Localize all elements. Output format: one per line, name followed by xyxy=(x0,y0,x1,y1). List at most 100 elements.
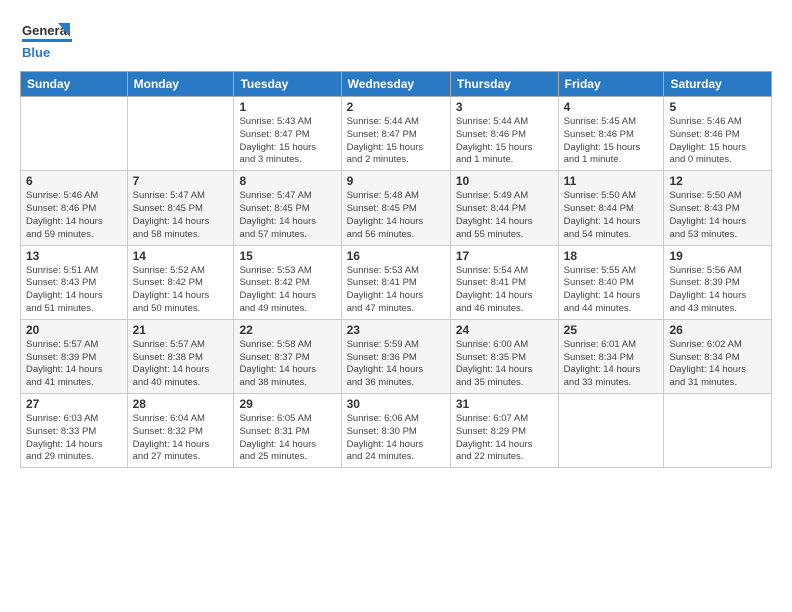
day-info: Sunrise: 5:49 AM Sunset: 8:44 PM Dayligh… xyxy=(456,190,553,241)
day-number: 27 xyxy=(26,397,122,411)
calendar-week-row: 13 Sunrise: 5:51 AM Sunset: 8:43 PM Dayli… xyxy=(21,245,772,319)
day-info: Sunrise: 5:44 AM Sunset: 8:47 PM Dayligh… xyxy=(347,116,445,167)
col-thursday: Thursday xyxy=(450,72,558,97)
day-number: 25 xyxy=(564,323,659,337)
col-wednesday: Wednesday xyxy=(341,72,450,97)
calendar-cell: 17Sunrise: 5:54 AM Sunset: 8:41 PM Dayli… xyxy=(450,245,558,319)
calendar-cell: 19Sunrise: 5:56 AM Sunset: 8:39 PM Dayli… xyxy=(664,245,772,319)
calendar-cell: 9Sunrise: 5:48 AM Sunset: 8:45 PM Daylig… xyxy=(341,171,450,245)
calendar-cell xyxy=(21,97,128,171)
day-info: Sunrise: 5:53 AM Sunset: 8:41 PM Dayligh… xyxy=(347,265,445,316)
calendar-cell: 5 Sunrise: 5:46 AM Sunset: 8:46 PM Daylig… xyxy=(664,97,772,171)
day-info: Sunrise: 5:52 AM Sunset: 8:42 PM Dayligh… xyxy=(133,265,229,316)
day-number: 23 xyxy=(347,323,445,337)
calendar-cell: 6 Sunrise: 5:46 AM Sunset: 8:46 PM Daylig… xyxy=(21,171,128,245)
day-info: Sunrise: 5:50 AM Sunset: 8:44 PM Dayligh… xyxy=(564,190,659,241)
calendar-cell: 21Sunrise: 5:57 AM Sunset: 8:38 PM Dayli… xyxy=(127,319,234,393)
calendar-cell: 8 Sunrise: 5:47 AM Sunset: 8:45 PM Daylig… xyxy=(234,171,341,245)
day-number: 18 xyxy=(564,249,659,263)
day-number: 1 xyxy=(239,100,335,114)
calendar-cell: 27 Sunrise: 6:03 AM Sunset: 8:33 PM Dayli… xyxy=(21,394,128,468)
day-info: Sunrise: 5:57 AM Sunset: 8:38 PM Dayligh… xyxy=(133,339,229,390)
day-info: Sunrise: 5:58 AM Sunset: 8:37 PM Dayligh… xyxy=(239,339,335,390)
day-info: Sunrise: 5:43 AM Sunset: 8:47 PM Dayligh… xyxy=(239,116,335,167)
day-info: Sunrise: 5:45 AM Sunset: 8:46 PM Dayligh… xyxy=(564,116,659,167)
day-info: Sunrise: 6:01 AM Sunset: 8:34 PM Dayligh… xyxy=(564,339,659,390)
day-info: Sunrise: 6:06 AM Sunset: 8:30 PM Dayligh… xyxy=(347,413,445,464)
calendar-cell: 29 Sunrise: 6:05 AM Sunset: 8:31 PM Dayli… xyxy=(234,394,341,468)
day-info: Sunrise: 6:00 AM Sunset: 8:35 PM Dayligh… xyxy=(456,339,553,390)
calendar-cell: 3Sunrise: 5:44 AM Sunset: 8:46 PM Daylig… xyxy=(450,97,558,171)
day-info: Sunrise: 5:46 AM Sunset: 8:46 PM Dayligh… xyxy=(669,116,766,167)
day-number: 5 xyxy=(669,100,766,114)
day-number: 15 xyxy=(239,249,335,263)
calendar-week-row: 27 Sunrise: 6:03 AM Sunset: 8:33 PM Dayli… xyxy=(21,394,772,468)
calendar-cell: 15 Sunrise: 5:53 AM Sunset: 8:42 PM Dayli… xyxy=(234,245,341,319)
day-number: 9 xyxy=(347,174,445,188)
svg-text:Blue: Blue xyxy=(22,45,50,60)
calendar-cell: 4 Sunrise: 5:45 AM Sunset: 8:46 PM Daylig… xyxy=(558,97,664,171)
day-info: Sunrise: 5:57 AM Sunset: 8:39 PM Dayligh… xyxy=(26,339,122,390)
logo-icon: General Blue xyxy=(20,15,75,63)
calendar-cell: 1 Sunrise: 5:43 AM Sunset: 8:47 PM Daylig… xyxy=(234,97,341,171)
col-tuesday: Tuesday xyxy=(234,72,341,97)
day-number: 20 xyxy=(26,323,122,337)
day-number: 29 xyxy=(239,397,335,411)
calendar-cell: 18 Sunrise: 5:55 AM Sunset: 8:40 PM Dayli… xyxy=(558,245,664,319)
col-sunday: Sunday xyxy=(21,72,128,97)
page: General Blue Sunday Monday Tuesday Wedne… xyxy=(0,0,792,612)
logo: General Blue xyxy=(20,15,75,63)
calendar-body: 1 Sunrise: 5:43 AM Sunset: 8:47 PM Daylig… xyxy=(21,97,772,468)
day-info: Sunrise: 5:47 AM Sunset: 8:45 PM Dayligh… xyxy=(239,190,335,241)
day-number: 24 xyxy=(456,323,553,337)
calendar-cell: 7 Sunrise: 5:47 AM Sunset: 8:45 PM Daylig… xyxy=(127,171,234,245)
day-info: Sunrise: 6:07 AM Sunset: 8:29 PM Dayligh… xyxy=(456,413,553,464)
day-number: 7 xyxy=(133,174,229,188)
day-info: Sunrise: 5:51 AM Sunset: 8:43 PM Dayligh… xyxy=(26,265,122,316)
col-saturday: Saturday xyxy=(664,72,772,97)
day-info: Sunrise: 5:54 AM Sunset: 8:41 PM Dayligh… xyxy=(456,265,553,316)
day-info: Sunrise: 5:50 AM Sunset: 8:43 PM Dayligh… xyxy=(669,190,766,241)
calendar-cell: 31 Sunrise: 6:07 AM Sunset: 8:29 PM Dayli… xyxy=(450,394,558,468)
calendar-week-row: 1 Sunrise: 5:43 AM Sunset: 8:47 PM Daylig… xyxy=(21,97,772,171)
day-info: Sunrise: 5:46 AM Sunset: 8:46 PM Dayligh… xyxy=(26,190,122,241)
calendar-cell: 25 Sunrise: 6:01 AM Sunset: 8:34 PM Dayli… xyxy=(558,319,664,393)
day-number: 31 xyxy=(456,397,553,411)
calendar-cell: 14 Sunrise: 5:52 AM Sunset: 8:42 PM Dayli… xyxy=(127,245,234,319)
calendar-week-row: 20 Sunrise: 5:57 AM Sunset: 8:39 PM Dayli… xyxy=(21,319,772,393)
day-number: 13 xyxy=(26,249,122,263)
day-info: Sunrise: 5:56 AM Sunset: 8:39 PM Dayligh… xyxy=(669,265,766,316)
day-number: 26 xyxy=(669,323,766,337)
calendar-cell: 24 Sunrise: 6:00 AM Sunset: 8:35 PM Dayli… xyxy=(450,319,558,393)
calendar-table: Sunday Monday Tuesday Wednesday Thursday… xyxy=(20,71,772,468)
day-number: 14 xyxy=(133,249,229,263)
day-info: Sunrise: 6:04 AM Sunset: 8:32 PM Dayligh… xyxy=(133,413,229,464)
calendar-cell: 12Sunrise: 5:50 AM Sunset: 8:43 PM Dayli… xyxy=(664,171,772,245)
calendar-cell: 16 Sunrise: 5:53 AM Sunset: 8:41 PM Dayli… xyxy=(341,245,450,319)
day-info: Sunrise: 5:53 AM Sunset: 8:42 PM Dayligh… xyxy=(239,265,335,316)
calendar-cell: 13 Sunrise: 5:51 AM Sunset: 8:43 PM Dayli… xyxy=(21,245,128,319)
day-number: 10 xyxy=(456,174,553,188)
day-info: Sunrise: 5:59 AM Sunset: 8:36 PM Dayligh… xyxy=(347,339,445,390)
calendar-cell: 23 Sunrise: 5:59 AM Sunset: 8:36 PM Dayli… xyxy=(341,319,450,393)
day-info: Sunrise: 6:03 AM Sunset: 8:33 PM Dayligh… xyxy=(26,413,122,464)
day-info: Sunrise: 6:02 AM Sunset: 8:34 PM Dayligh… xyxy=(669,339,766,390)
calendar-cell: 26 Sunrise: 6:02 AM Sunset: 8:34 PM Dayli… xyxy=(664,319,772,393)
day-info: Sunrise: 6:05 AM Sunset: 8:31 PM Dayligh… xyxy=(239,413,335,464)
day-number: 4 xyxy=(564,100,659,114)
calendar-cell: 30 Sunrise: 6:06 AM Sunset: 8:30 PM Dayli… xyxy=(341,394,450,468)
day-number: 22 xyxy=(239,323,335,337)
calendar-cell xyxy=(558,394,664,468)
col-monday: Monday xyxy=(127,72,234,97)
calendar-cell: 28Sunrise: 6:04 AM Sunset: 8:32 PM Dayli… xyxy=(127,394,234,468)
day-number: 16 xyxy=(347,249,445,263)
day-number: 8 xyxy=(239,174,335,188)
day-number: 30 xyxy=(347,397,445,411)
day-number: 2 xyxy=(347,100,445,114)
col-friday: Friday xyxy=(558,72,664,97)
calendar-cell: 2 Sunrise: 5:44 AM Sunset: 8:47 PM Daylig… xyxy=(341,97,450,171)
calendar-header: Sunday Monday Tuesday Wednesday Thursday… xyxy=(21,72,772,97)
day-info: Sunrise: 5:47 AM Sunset: 8:45 PM Dayligh… xyxy=(133,190,229,241)
day-number: 6 xyxy=(26,174,122,188)
day-info: Sunrise: 5:55 AM Sunset: 8:40 PM Dayligh… xyxy=(564,265,659,316)
